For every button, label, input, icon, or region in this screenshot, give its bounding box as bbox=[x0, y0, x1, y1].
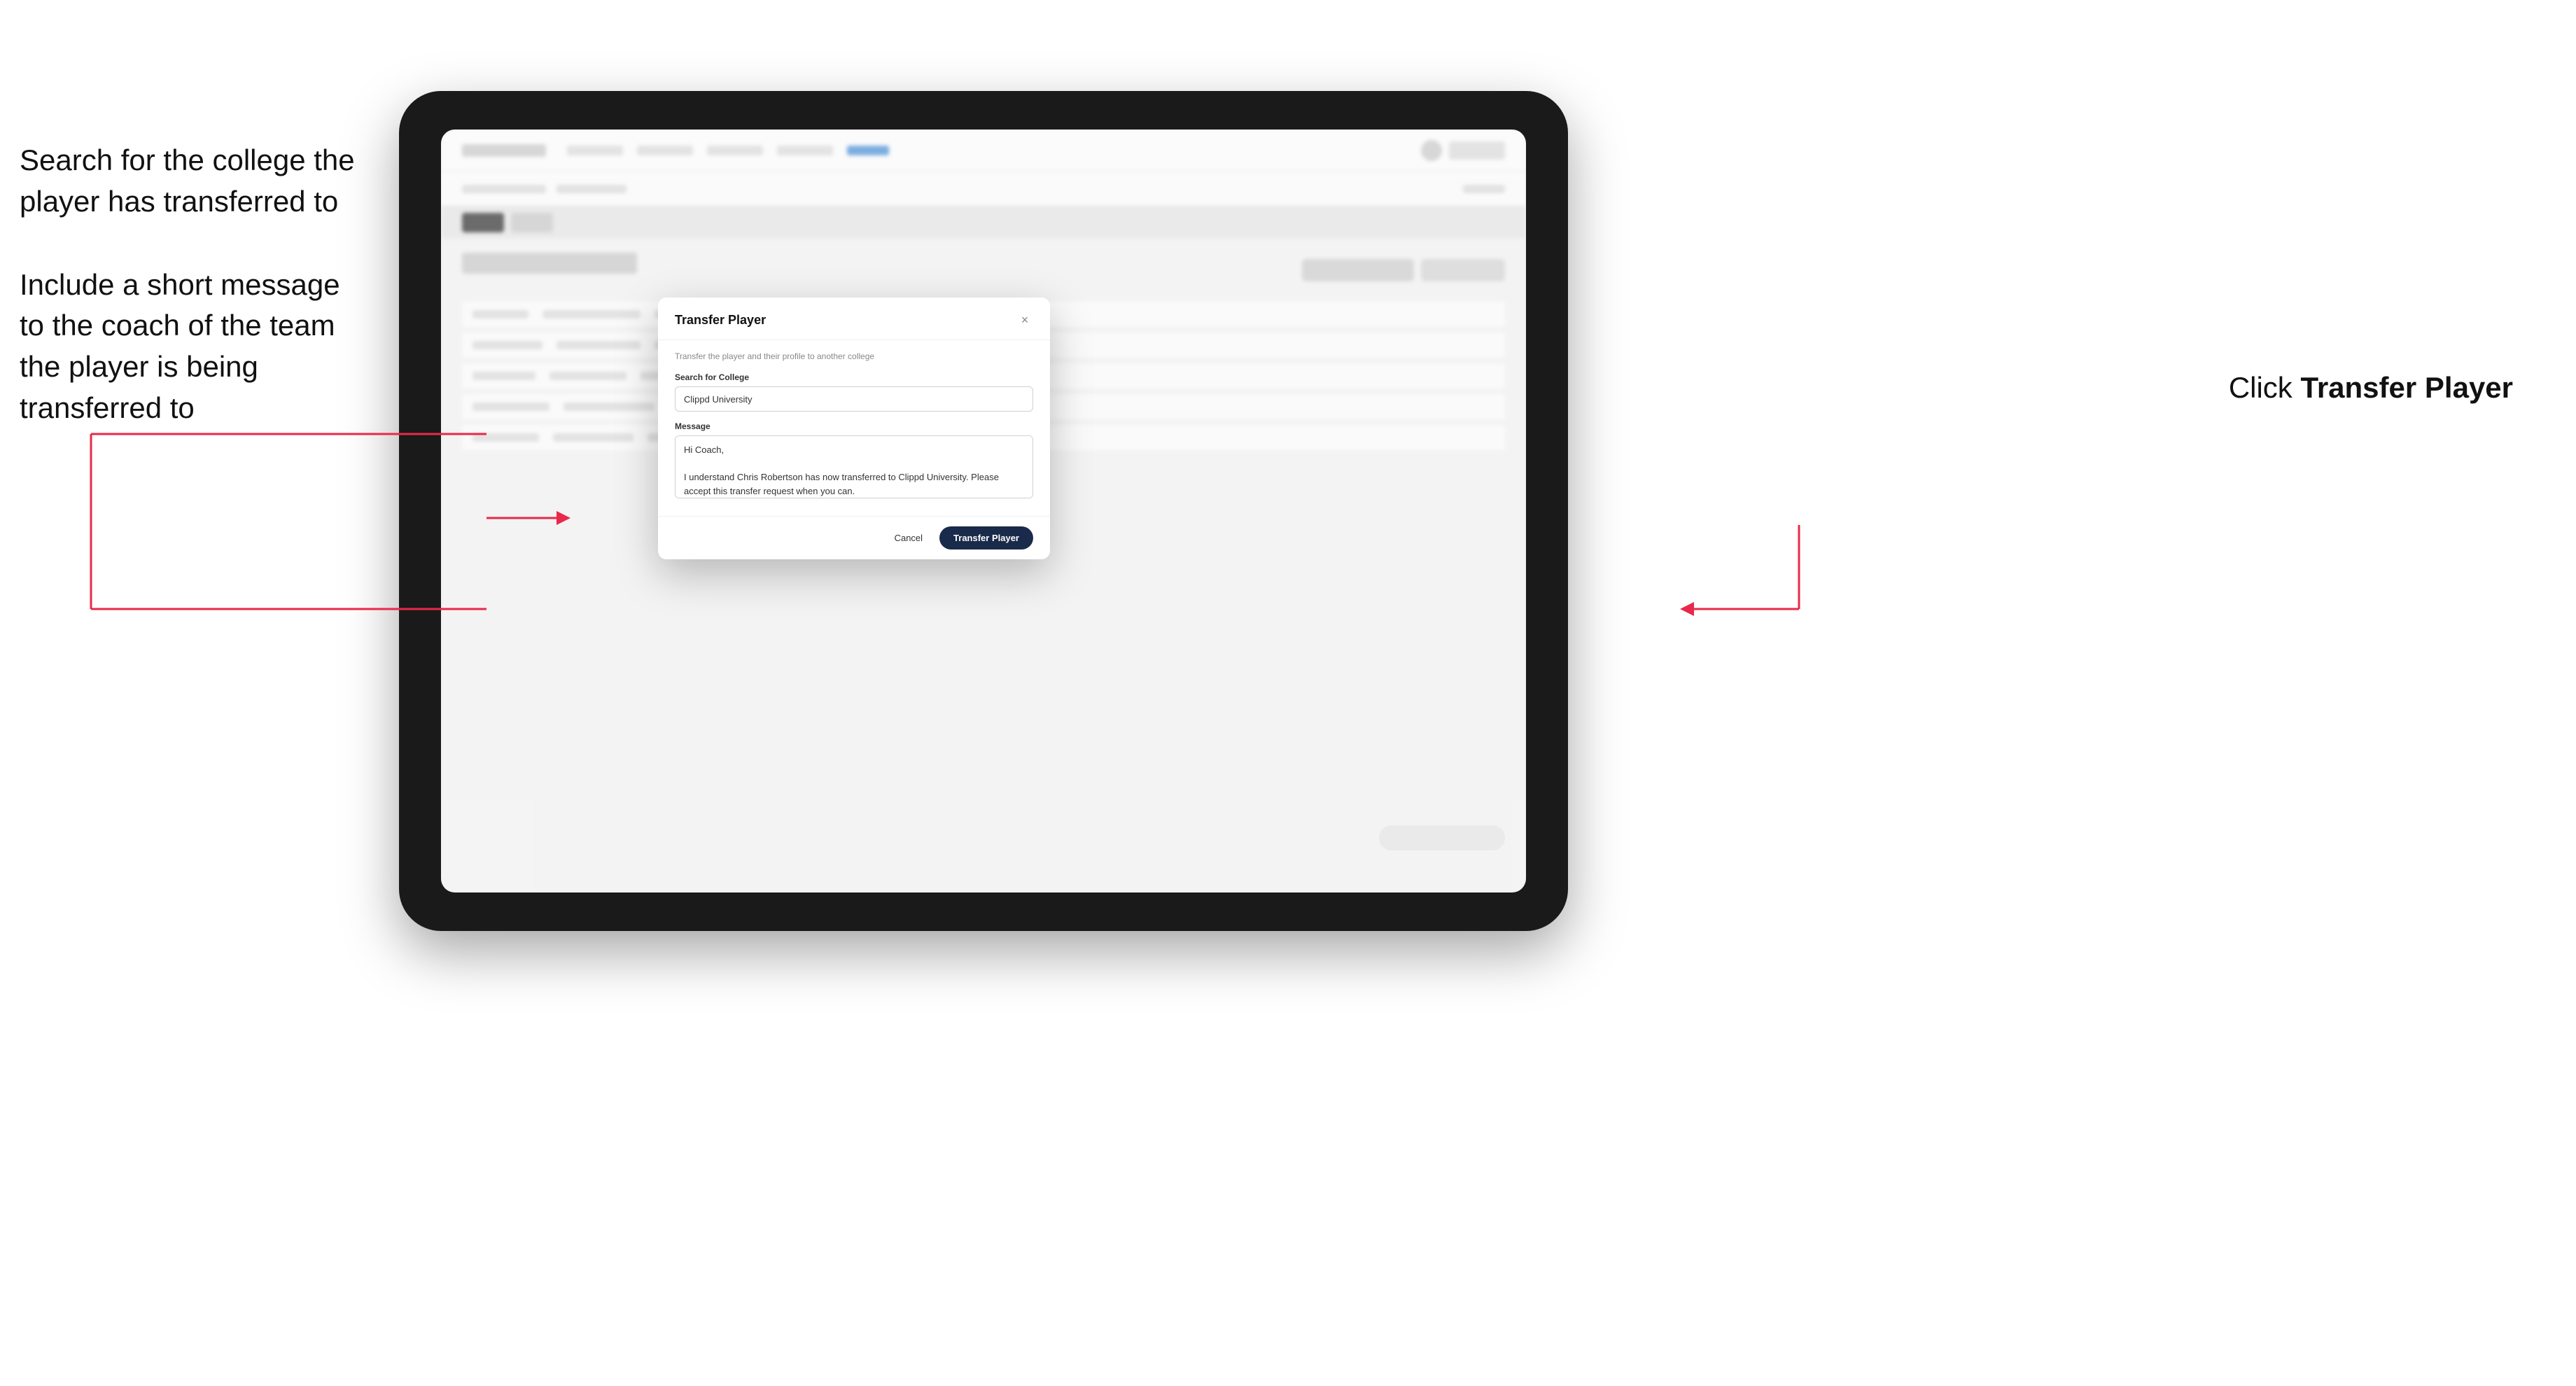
modal-header: Transfer Player × bbox=[658, 298, 1050, 340]
modal-title: Transfer Player bbox=[675, 313, 766, 328]
annotation-right-text: Click Transfer Player bbox=[2229, 371, 2513, 405]
modal-footer: Cancel Transfer Player bbox=[658, 516, 1050, 559]
annotation-message-text: Include a short message to the coach of … bbox=[20, 265, 356, 429]
search-college-input[interactable] bbox=[675, 386, 1033, 412]
ipad-device: Transfer Player × Transfer the player an… bbox=[399, 91, 1568, 931]
search-college-label: Search for College bbox=[675, 372, 1033, 382]
transfer-player-modal: Transfer Player × Transfer the player an… bbox=[658, 298, 1050, 559]
transfer-player-button[interactable]: Transfer Player bbox=[939, 526, 1033, 550]
annotation-right: Click Transfer Player bbox=[2229, 371, 2513, 405]
message-label: Message bbox=[675, 421, 1033, 431]
cancel-button[interactable]: Cancel bbox=[886, 527, 931, 549]
annotation-left: Search for the college the player has tr… bbox=[20, 140, 356, 471]
modal-subtitle: Transfer the player and their profile to… bbox=[675, 351, 1033, 361]
message-textarea[interactable]: Hi Coach, I understand Chris Robertson h… bbox=[675, 435, 1033, 498]
modal-body: Transfer the player and their profile to… bbox=[658, 340, 1050, 516]
modal-close-button[interactable]: × bbox=[1016, 312, 1033, 328]
bg-bottom-button bbox=[1379, 825, 1505, 850]
annotation-search-text: Search for the college the player has tr… bbox=[20, 140, 356, 223]
ipad-screen: Transfer Player × Transfer the player an… bbox=[441, 130, 1526, 892]
